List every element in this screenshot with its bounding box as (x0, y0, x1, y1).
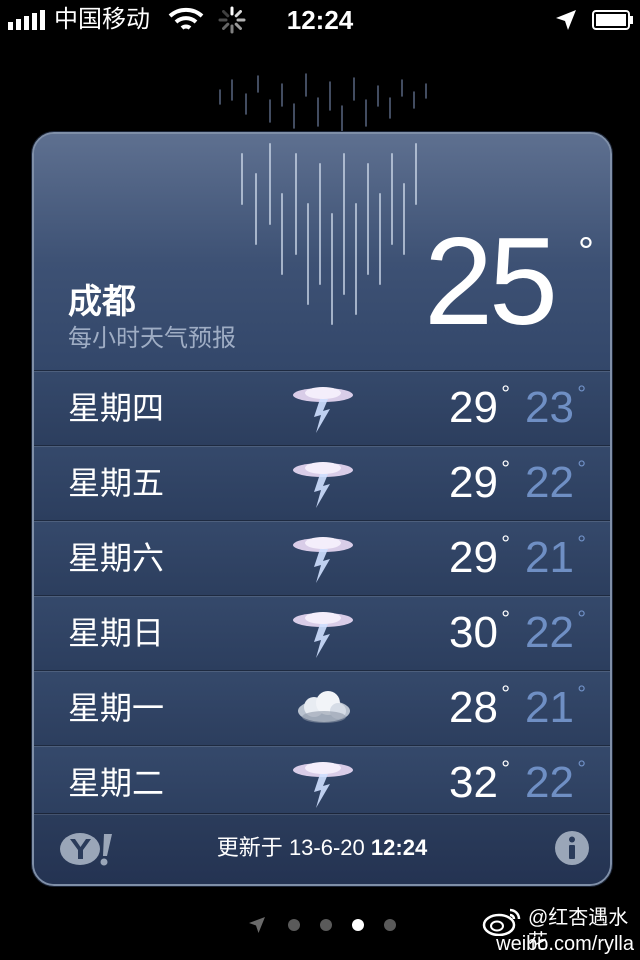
forecast-high: 29 (449, 383, 498, 432)
forecast-low: 22 (525, 458, 574, 507)
hourly-forecast-link[interactable]: 每小时天气预报 (68, 324, 236, 354)
forecast-high: 28 (449, 683, 498, 732)
thunderstorm-icon (293, 612, 353, 658)
forecast-high: 29 (449, 458, 498, 507)
current-temperature: 25 (424, 213, 558, 351)
thunderstorm-icon (293, 387, 353, 433)
degree-symbol: ° (501, 456, 510, 481)
page-dot-active[interactable] (352, 919, 364, 931)
forecast-high: 30 (449, 608, 498, 657)
last-updated: 更新于 13-6-20 12:24 (34, 834, 610, 862)
degree-symbol: ° (501, 381, 510, 406)
watermark-url: weibo.com/rylla (496, 933, 634, 955)
forecast-high: 32 (449, 758, 498, 807)
weather-footer: 更新于 13-6-20 12:24 (34, 813, 610, 884)
degree-symbol: ° (577, 756, 586, 781)
status-clock: 12:24 (286, 5, 354, 35)
degree-symbol: ° (577, 531, 586, 556)
forecast-high: 29 (449, 533, 498, 582)
forecast-low: 22 (525, 608, 574, 657)
location-arrow-icon (556, 10, 576, 30)
forecast-day: 星期五 (68, 465, 165, 501)
forecast-row: 星期五 29 ° 22 ° (34, 445, 610, 520)
degree-symbol: ° (501, 681, 510, 706)
forecast-row: 星期日 30 ° 22 ° (34, 595, 610, 670)
degree-symbol: ° (501, 531, 510, 556)
battery-icon (592, 10, 633, 30)
city-name: 成都 (68, 283, 136, 321)
thunderstorm-icon (293, 762, 353, 808)
thunderstorm-icon (293, 537, 353, 583)
rain-animation-icon (241, 143, 417, 325)
degree-symbol: ° (577, 606, 586, 631)
weather-header: 成都 每小时天气预报 25 ° (34, 134, 610, 370)
forecast-row: 星期二 32 ° 22 ° (34, 745, 610, 820)
degree-symbol: ° (501, 606, 510, 631)
thunderstorm-icon (293, 462, 353, 508)
forecast-row: 星期六 29 ° 21 ° (34, 520, 610, 595)
rain-animation-top (219, 73, 427, 135)
forecast-day: 星期四 (68, 390, 165, 426)
degree-symbol: ° (577, 456, 586, 481)
current-temperature-degree: ° (578, 230, 594, 274)
weather-card[interactable]: 成都 每小时天气预报 25 ° 星期四 29 ° 23 ° 星期五 29 ° 2… (32, 132, 612, 886)
forecast-low: 23 (525, 383, 574, 432)
cloudy-icon (298, 691, 350, 723)
degree-symbol: ° (577, 381, 586, 406)
status-bar: 中国移动 12:24 (0, 0, 640, 40)
degree-symbol: ° (501, 756, 510, 781)
forecast-day: 星期一 (68, 690, 165, 726)
forecast-low: 21 (525, 533, 574, 582)
forecast-row: 星期四 29 ° 23 ° (34, 370, 610, 445)
info-icon[interactable] (554, 830, 590, 866)
updated-date: 13-6-20 (288, 835, 365, 860)
location-arrow-icon (249, 917, 265, 933)
updated-time: 12:24 (370, 835, 428, 860)
updated-label: 更新于 (216, 835, 283, 860)
forecast-day: 星期日 (68, 615, 165, 651)
degree-symbol: ° (577, 681, 586, 706)
page-dot[interactable] (288, 919, 300, 931)
page-dot[interactable] (320, 919, 332, 931)
forecast-list: 星期四 29 ° 23 ° 星期五 29 ° 22 ° 星期六 29 ° 21 … (34, 370, 610, 820)
page-dot[interactable] (384, 919, 396, 931)
forecast-day: 星期六 (68, 540, 165, 576)
forecast-low: 22 (525, 758, 574, 807)
forecast-row: 星期一 28 ° 21 ° (34, 670, 610, 745)
forecast-day: 星期二 (68, 765, 165, 801)
forecast-low: 21 (525, 683, 574, 732)
